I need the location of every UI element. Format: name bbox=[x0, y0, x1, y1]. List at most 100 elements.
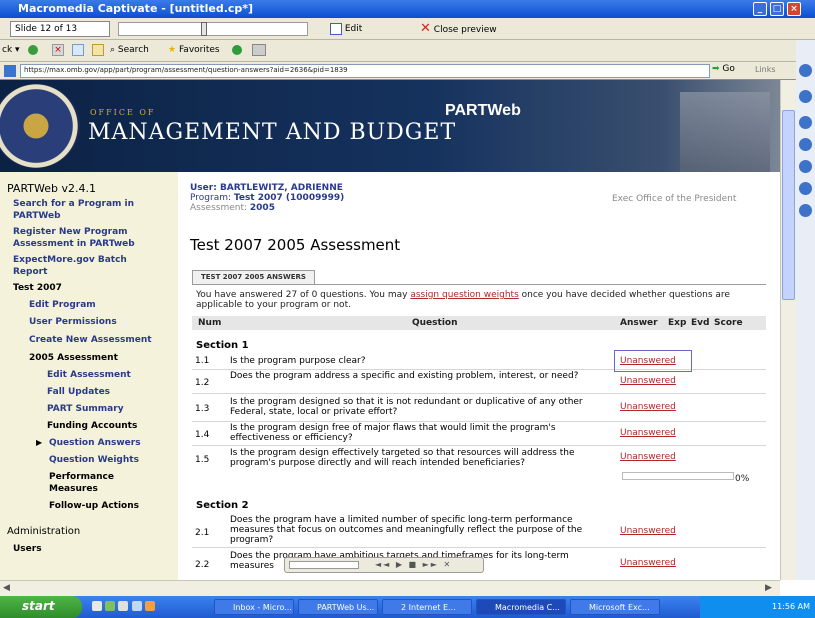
search-button[interactable]: ⌕ Search bbox=[110, 45, 149, 55]
highlight-box bbox=[614, 350, 692, 372]
clock[interactable]: 11:56 AM bbox=[772, 602, 810, 611]
sidebar-item-question-answers[interactable]: Question Answers bbox=[49, 438, 141, 448]
mail-icon[interactable] bbox=[252, 44, 266, 56]
start-button[interactable]: start bbox=[0, 596, 82, 618]
sidebar-item-2005-assessment[interactable]: 2005 Assessment bbox=[29, 353, 118, 363]
sidebar-item-administration[interactable]: Administration bbox=[7, 526, 80, 537]
sidebar-item-expectmore-2[interactable]: Report bbox=[13, 267, 47, 277]
scroll-left-icon[interactable]: ◀ bbox=[3, 583, 10, 593]
agency-title: MANAGEMENT AND BUDGET bbox=[88, 120, 457, 145]
assign-weights-link[interactable]: assign question weights bbox=[410, 290, 518, 300]
sidebar-item-expectmore[interactable]: ExpectMore.gov Batch bbox=[13, 255, 127, 265]
side-icon-3[interactable] bbox=[799, 116, 812, 129]
maximize-button[interactable]: □ bbox=[770, 2, 784, 16]
stop-icon[interactable]: × bbox=[52, 44, 64, 56]
sidebar-item-question-weights[interactable]: Question Weights bbox=[49, 455, 139, 465]
home-icon[interactable] bbox=[92, 44, 104, 56]
row-num: 1.4 bbox=[195, 430, 210, 440]
sidebar-nav: PARTWeb v2.4.1 Search for a Program in P… bbox=[0, 172, 178, 580]
task-internet[interactable]: 2 Internet E... bbox=[382, 599, 472, 615]
office-of-label: OFFICE OF bbox=[90, 108, 156, 117]
sidebar-item-performance[interactable]: Performance bbox=[49, 472, 114, 482]
minimize-button[interactable]: _ bbox=[753, 2, 767, 16]
table-header: Num Question Answer Exp Evd Score bbox=[192, 316, 766, 330]
row-answer-link[interactable]: Unanswered bbox=[620, 402, 676, 412]
close-preview-button[interactable]: ✕ Close preview bbox=[420, 21, 497, 37]
playback-buttons-icon[interactable]: ◄◄ ▶ ■ ►► ✕ bbox=[375, 560, 452, 569]
sidebar-item-user-permissions[interactable]: User Permissions bbox=[29, 317, 117, 327]
quicklaunch-icon[interactable] bbox=[105, 601, 116, 611]
horizontal-scrollbar[interactable]: ◀ ▶ bbox=[0, 580, 780, 596]
row-num: 1.2 bbox=[195, 378, 210, 388]
page-scrollbar[interactable] bbox=[780, 80, 796, 580]
sidebar-item-create-assessment[interactable]: Create New Assessment bbox=[29, 335, 152, 345]
task-partweb[interactable]: PARTWeb Us... bbox=[298, 599, 378, 615]
row-answer-link[interactable]: Unanswered bbox=[620, 558, 676, 568]
sidebar-item-fall-updates[interactable]: Fall Updates bbox=[47, 387, 110, 397]
quicklaunch-icon[interactable] bbox=[131, 601, 142, 611]
scrollbar-thumb[interactable] bbox=[782, 110, 795, 300]
links-label[interactable]: Links bbox=[755, 65, 776, 74]
row-answer-link[interactable]: Unanswered bbox=[620, 452, 676, 462]
section-2-heading: Section 2 bbox=[196, 500, 249, 511]
media-icon[interactable] bbox=[232, 45, 242, 55]
col-evd: Evd bbox=[691, 318, 710, 328]
section-score-bar bbox=[622, 472, 734, 480]
address-bar: https://max.omb.gov/app/part/program/ass… bbox=[0, 62, 815, 80]
edit-button[interactable]: Edit bbox=[330, 21, 362, 37]
taskbar: start Inbox - Micro... PARTWeb Us... 2 I… bbox=[0, 596, 815, 618]
sidebar-item-register[interactable]: Register New Program bbox=[13, 227, 128, 237]
address-input[interactable]: https://max.omb.gov/app/part/program/ass… bbox=[20, 64, 710, 78]
side-icon-4[interactable] bbox=[799, 138, 812, 151]
scroll-right-icon[interactable]: ▶ bbox=[765, 583, 772, 593]
captivate-preview-bar: Slide 12 of 13 Edit ✕ Close preview bbox=[0, 18, 815, 40]
playback-controls[interactable]: ◄◄ ▶ ■ ►► ✕ bbox=[284, 557, 484, 573]
page-title: Test 2007 2005 Assessment bbox=[190, 236, 401, 254]
sidebar-item-search-2[interactable]: PARTWeb bbox=[13, 211, 61, 221]
col-num: Num bbox=[198, 318, 222, 328]
sidebar-item-register-2[interactable]: Assessment in PARTweb bbox=[13, 239, 135, 249]
refresh-icon[interactable] bbox=[72, 44, 84, 56]
close-window-button[interactable]: × bbox=[787, 2, 801, 16]
favorites-button[interactable]: ★ Favorites bbox=[168, 45, 220, 55]
system-tray: 11:56 AM bbox=[700, 596, 815, 618]
sidebar-item-edit-assessment[interactable]: Edit Assessment bbox=[47, 370, 131, 380]
slide-slider[interactable] bbox=[118, 22, 308, 36]
go-button[interactable]: ➡ Go bbox=[712, 64, 735, 74]
side-icon-2[interactable] bbox=[799, 90, 812, 103]
omb-banner: OFFICE OF MANAGEMENT AND BUDGET PARTWeb bbox=[0, 80, 780, 172]
quicklaunch-icon[interactable] bbox=[118, 601, 129, 611]
tab-answers[interactable]: TEST 2007 2005 ANSWERS bbox=[192, 270, 315, 284]
row-answer-link[interactable]: Unanswered bbox=[620, 428, 676, 438]
task-inbox[interactable]: Inbox - Micro... bbox=[214, 599, 294, 615]
quicklaunch-icons[interactable] bbox=[92, 601, 202, 613]
sidebar-item-users[interactable]: Users bbox=[13, 544, 42, 554]
sidebar-item-part-summary[interactable]: PART Summary bbox=[47, 404, 124, 414]
sidebar-item-test2007[interactable]: Test 2007 bbox=[13, 283, 62, 293]
task-macromedia[interactable]: Macromedia C... bbox=[476, 599, 566, 615]
presidential-seal bbox=[0, 84, 80, 168]
slider-thumb[interactable] bbox=[201, 22, 207, 36]
side-icon-1[interactable] bbox=[799, 64, 812, 77]
forward-icon[interactable] bbox=[28, 45, 38, 55]
task-excel[interactable]: Microsoft Exc... bbox=[570, 599, 660, 615]
quicklaunch-icon[interactable] bbox=[92, 601, 102, 611]
side-icon-6[interactable] bbox=[799, 182, 812, 195]
row-answer-link[interactable]: Unanswered bbox=[620, 376, 676, 386]
start-label: start bbox=[22, 599, 55, 613]
sidebar-item-follow-up[interactable]: Follow-up Actions bbox=[49, 501, 139, 511]
col-score: Score bbox=[714, 318, 743, 328]
side-icon-7[interactable] bbox=[799, 204, 812, 217]
quicklaunch-icon[interactable] bbox=[144, 601, 155, 611]
row-answer-link[interactable]: Unanswered bbox=[620, 526, 676, 536]
side-icon-5[interactable] bbox=[799, 160, 812, 173]
assessment-label: Assessment: bbox=[190, 203, 248, 213]
sidebar-item-edit-program[interactable]: Edit Program bbox=[29, 300, 96, 310]
playback-progress[interactable] bbox=[289, 561, 359, 569]
row-question: Does the program address a specific and … bbox=[230, 371, 579, 381]
sidebar-item-funding-accounts[interactable]: Funding Accounts bbox=[47, 421, 137, 431]
sidebar-item-search[interactable]: Search for a Program in bbox=[13, 199, 134, 209]
star-icon: ★ bbox=[168, 45, 177, 55]
back-button[interactable]: ck ▾ bbox=[2, 45, 20, 55]
sidebar-item-measures[interactable]: Measures bbox=[49, 484, 98, 494]
